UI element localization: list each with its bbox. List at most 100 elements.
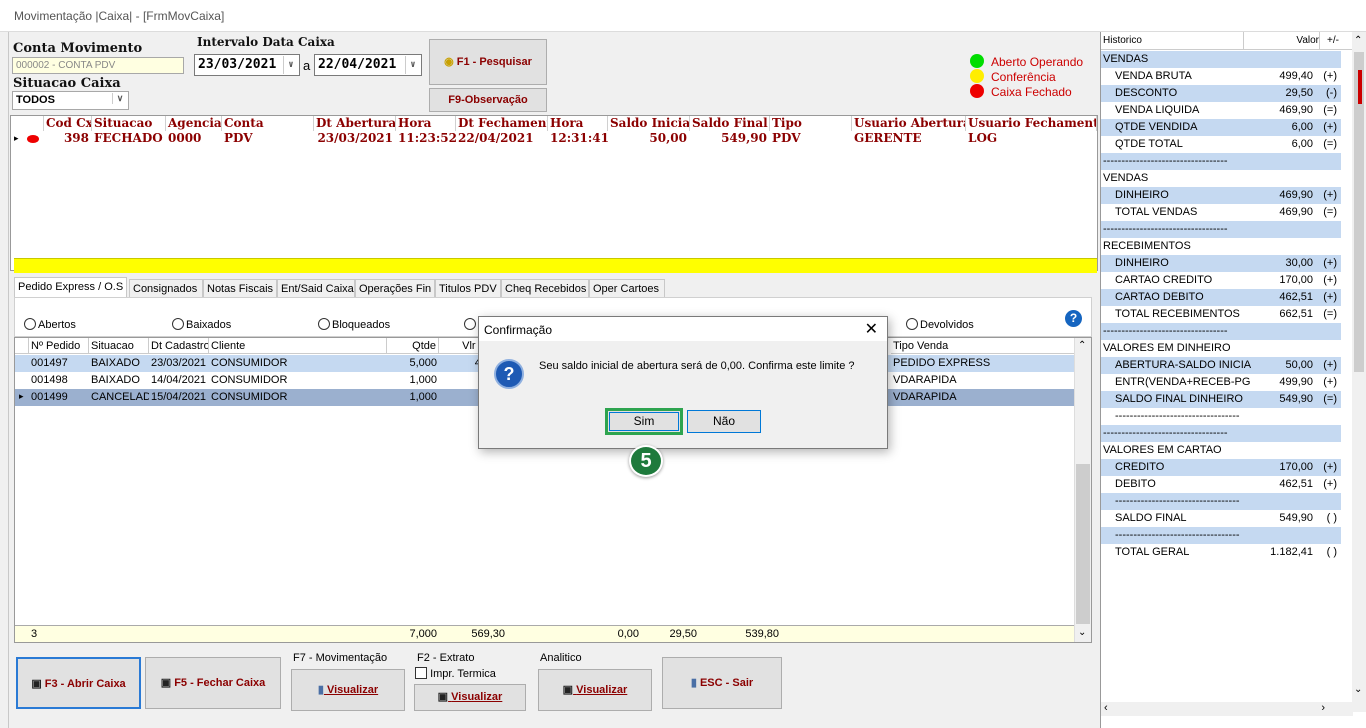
summary-row[interactable]: CREDITO 170,00 (+) — [1101, 459, 1341, 476]
chevron-down-icon[interactable]: ∨ — [283, 56, 298, 74]
cell-agencia[interactable]: 0000 — [166, 131, 222, 145]
chevron-right-icon[interactable]: › — [1321, 702, 1325, 714]
summary-row[interactable]: CARTAO DEBITO 462,51 (+) — [1101, 289, 1341, 306]
cell-usuario-fechamento[interactable]: LOG — [966, 131, 1097, 145]
abrir-caixa-button[interactable]: ▣ F3 - Abrir Caixa — [16, 657, 141, 709]
tab-ent-said-caixa[interactable]: Ent/Said Caixa — [277, 279, 355, 297]
radio-hidden[interactable] — [464, 318, 478, 331]
summary-row[interactable]: ---------------------------------- — [1101, 221, 1341, 238]
cell-tipo[interactable]: PDV — [770, 131, 852, 145]
cell-cod-cx[interactable]: 398 — [44, 131, 92, 145]
tab-notas-fiscais[interactable]: Notas Fiscais — [203, 279, 277, 297]
summary-scrollbar[interactable]: ⌃ ⌄ — [1352, 32, 1366, 712]
cell-dt-fechamento[interactable]: 22/04/2021 — [456, 131, 548, 145]
no-button[interactable]: Não — [687, 410, 761, 433]
tab-operacoes-fin[interactable]: Operações Fin — [355, 279, 435, 297]
chevron-up-icon[interactable]: ⌃ — [1078, 340, 1086, 351]
header-qtde[interactable]: Qtde — [387, 338, 439, 354]
tab-consignados[interactable]: Consignados — [129, 279, 203, 297]
pedidos-scrollbar[interactable]: ⌃ ⌄ — [1074, 338, 1091, 642]
header-tipo[interactable]: Tipo — [770, 116, 852, 131]
date-to-input[interactable]: 22/04/2021 ∨ — [314, 54, 422, 76]
header-usuario-abertura[interactable]: Usuario Abertura — [852, 116, 966, 131]
header-hora-abertura[interactable]: Hora — [396, 116, 456, 131]
summary-row[interactable]: VALORES EM DINHEIRO — [1101, 340, 1341, 357]
summary-row[interactable]: TOTAL RECEBIMENTOS 662,51 (=) — [1101, 306, 1341, 323]
summary-row[interactable]: VENDA BRUTA 499,40 (+) — [1101, 68, 1341, 85]
header-dt-cadastro[interactable]: Dt Cadastro — [149, 338, 209, 354]
header-dt-abertura[interactable]: Dt Abertura — [314, 116, 396, 131]
summary-row[interactable]: SALDO FINAL 549,90 ( ) — [1101, 510, 1341, 527]
observacao-button[interactable]: F9-Observação — [429, 88, 547, 112]
tab-oper-cartoes[interactable]: Oper Cartoes — [589, 279, 665, 297]
cell-usuario-abertura[interactable]: GERENTE — [852, 131, 966, 145]
situacao-select[interactable]: TODOS ∨ — [12, 91, 129, 110]
summary-row[interactable]: DEBITO 462,51 (+) — [1101, 476, 1341, 493]
summary-row[interactable]: ---------------------------------- — [1101, 323, 1341, 340]
summary-row[interactable]: VALORES EM CARTAO — [1101, 442, 1341, 459]
date-from-input[interactable]: 23/03/2021 ∨ — [194, 54, 300, 76]
header-situacao[interactable]: Situacao — [92, 116, 166, 131]
impr-termica-checkbox[interactable]: Impr. Termica — [415, 667, 496, 680]
tab-pedido-express[interactable]: Pedido Express / O.S — [14, 277, 127, 298]
summary-row[interactable]: CARTAO CREDITO 170,00 (+) — [1101, 272, 1341, 289]
close-icon[interactable]: ✕ — [865, 319, 878, 339]
header-cliente[interactable]: Cliente — [209, 338, 387, 354]
summary-row[interactable]: SALDO FINAL DINHEIRO 549,90 (=) — [1101, 391, 1341, 408]
header-hora-fechamento[interactable]: Hora — [548, 116, 608, 131]
summary-row[interactable]: ---------------------------------- — [1101, 408, 1341, 425]
summary-row[interactable]: VENDAS — [1101, 51, 1341, 68]
summary-row[interactable]: TOTAL VENDAS 469,90 (=) — [1101, 204, 1341, 221]
summary-row[interactable]: DINHEIRO 469,90 (+) — [1101, 187, 1341, 204]
fechar-caixa-button[interactable]: ▣ F5 - Fechar Caixa — [145, 657, 281, 709]
summary-row[interactable]: ENTR(VENDA+RECEB-PG 499,90 (+) — [1101, 374, 1341, 391]
cell-conta[interactable]: PDV — [222, 131, 314, 145]
conta-field[interactable]: 000002 - CONTA PDV — [12, 57, 184, 74]
summary-row[interactable]: QTDE VENDIDA 6,00 (+) — [1101, 119, 1341, 136]
radio-baixados[interactable]: Baixados — [172, 318, 231, 331]
header-situacao[interactable]: Situacao — [89, 338, 149, 354]
summary-row[interactable]: ---------------------------------- — [1101, 527, 1341, 544]
header-conta[interactable]: Conta — [222, 116, 314, 131]
summary-row[interactable]: DINHEIRO 30,00 (+) — [1101, 255, 1341, 272]
cell-hora-abertura[interactable]: 11:23:52 — [396, 131, 456, 145]
chevron-down-icon[interactable]: ⌄ — [1354, 684, 1362, 695]
header-usuario-fechamento[interactable]: Usuario Fechamento — [966, 116, 1097, 131]
summary-row[interactable]: ABERTURA-SALDO INICIA 50,00 (+) — [1101, 357, 1341, 374]
scrollbar-thumb[interactable] — [1076, 464, 1090, 624]
summary-row[interactable]: QTDE TOTAL 6,00 (=) — [1101, 136, 1341, 153]
header-agencia[interactable]: Agencia — [166, 116, 222, 131]
summary-row[interactable]: TOTAL GERAL 1.182,41 ( ) — [1101, 544, 1341, 561]
summary-row[interactable]: DESCONTO 29,50 (-) — [1101, 85, 1341, 102]
visualizar-movimentacao-button[interactable]: ▮ Visualizar — [291, 669, 405, 711]
header-tipo-venda[interactable]: Tipo Venda — [891, 338, 1075, 354]
pesquisar-button[interactable]: ◉ F1 - Pesquisar — [429, 39, 547, 85]
radio-devolvidos[interactable]: Devolvidos — [906, 318, 974, 331]
header-cod-cx[interactable]: Cod Cx — [44, 116, 92, 131]
summary-row[interactable]: VENDAS — [1101, 170, 1341, 187]
header-saldo-inicial[interactable]: Saldo Inicial — [608, 116, 690, 131]
summary-row[interactable]: ---------------------------------- — [1101, 493, 1341, 510]
cell-hora-fechamento[interactable]: 12:31:41 — [548, 131, 608, 145]
cell-saldo-final[interactable]: 549,90 — [690, 131, 770, 145]
cell-situacao[interactable]: FECHADO — [92, 131, 166, 145]
summary-row[interactable]: VENDA LIQUIDA 469,90 (=) — [1101, 102, 1341, 119]
chevron-up-icon[interactable]: ⌃ — [1354, 35, 1362, 46]
radio-bloqueados[interactable]: Bloqueados — [318, 318, 390, 331]
visualizar-extrato-button[interactable]: ▣ Visualizar — [414, 684, 526, 711]
yes-button[interactable]: Sim — [605, 408, 683, 435]
header-num-pedido[interactable]: Nº Pedido — [29, 338, 89, 354]
chevron-left-icon[interactable]: ‹ — [1104, 702, 1108, 714]
radio-abertos[interactable]: Abertos — [24, 318, 76, 331]
summary-row[interactable]: ---------------------------------- — [1101, 425, 1341, 442]
cell-dt-abertura[interactable]: 23/03/2021 — [314, 131, 396, 145]
tab-titulos-pdv[interactable]: Titulos PDV — [435, 279, 501, 297]
chevron-down-icon[interactable]: ⌄ — [1078, 627, 1086, 638]
sair-button[interactable]: ▮ ESC - Sair — [662, 657, 782, 709]
visualizar-analitico-button[interactable]: ▣ Visualizar — [538, 669, 652, 711]
summary-row[interactable]: RECEBIMENTOS — [1101, 238, 1341, 255]
summary-hscrollbar[interactable]: ‹ › — [1101, 702, 1353, 716]
header-saldo-final[interactable]: Saldo Final — [690, 116, 770, 131]
header-dt-fechamento[interactable]: Dt Fechamento — [456, 116, 548, 131]
chevron-down-icon[interactable]: ∨ — [405, 56, 420, 74]
